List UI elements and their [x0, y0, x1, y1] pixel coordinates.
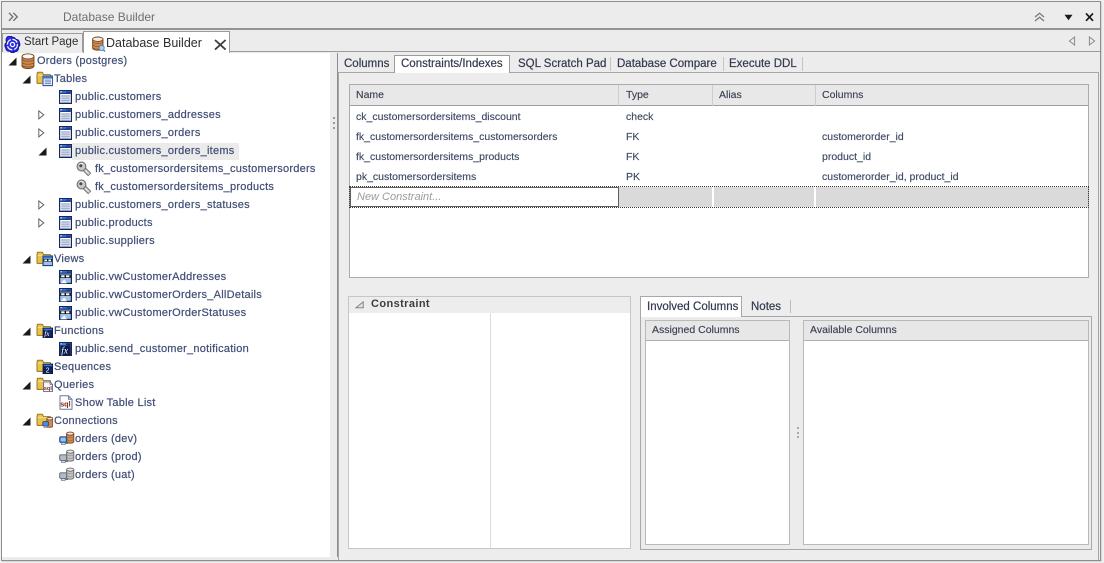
svg-text:sql: sql	[44, 386, 53, 392]
svg-text:sql: sql	[60, 400, 70, 409]
svg-text:fx: fx	[44, 329, 50, 338]
svg-text:fx: fx	[61, 345, 69, 356]
svg-text:2: 2	[46, 367, 50, 374]
